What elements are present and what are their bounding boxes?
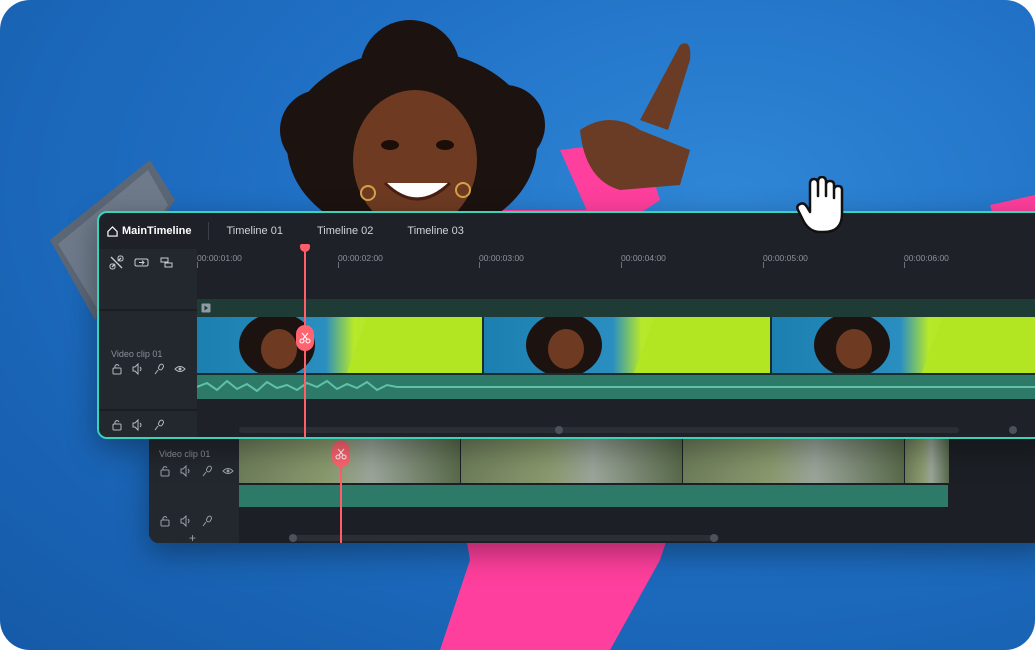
ruler-tick bbox=[479, 262, 480, 268]
audio-icon[interactable] bbox=[132, 419, 144, 431]
main-clip-label: Video clip 01 bbox=[111, 349, 163, 359]
secondary-audio-controls bbox=[159, 515, 213, 527]
lock-icon[interactable] bbox=[111, 363, 123, 375]
marker-icon[interactable] bbox=[159, 255, 174, 270]
clip-frame bbox=[461, 439, 682, 483]
lock-icon[interactable] bbox=[159, 515, 171, 527]
tab-timeline-01[interactable]: Timeline 01 bbox=[209, 213, 299, 249]
audio-icon[interactable] bbox=[180, 465, 192, 477]
scroll-handle-left[interactable] bbox=[289, 534, 297, 542]
eye-icon[interactable] bbox=[174, 363, 186, 375]
main-audio-controls bbox=[111, 419, 165, 431]
time-ruler[interactable]: 00:00:01:00 00:00:02:00 00:00:03:00 00:0… bbox=[197, 249, 1035, 273]
tab-timeline-03[interactable]: Timeline 03 bbox=[390, 213, 480, 249]
secondary-audio-waveform[interactable] bbox=[239, 485, 948, 507]
main-audio-waveform[interactable] bbox=[196, 375, 1035, 399]
mic-icon[interactable] bbox=[201, 465, 213, 477]
split-icon[interactable] bbox=[134, 255, 149, 270]
secondary-split-handle[interactable] bbox=[332, 441, 350, 467]
scroll-handle-right[interactable] bbox=[710, 534, 718, 542]
video-track-header[interactable] bbox=[197, 299, 1035, 317]
clip-frame bbox=[683, 439, 904, 483]
divider bbox=[99, 409, 197, 411]
audio-icon[interactable] bbox=[132, 363, 144, 375]
scroll-handle-left[interactable] bbox=[555, 426, 563, 434]
main-video-clip[interactable] bbox=[197, 317, 1035, 373]
ruler-tick bbox=[197, 262, 198, 268]
main-split-handle[interactable] bbox=[296, 325, 314, 351]
tab-label: MainTimeline bbox=[122, 225, 192, 237]
scroll-handle-right[interactable] bbox=[1009, 426, 1017, 434]
tab-main-timeline[interactable]: MainTimeline bbox=[99, 222, 210, 240]
ruler-tick bbox=[338, 262, 339, 268]
secondary-timeline-panel: Video clip 01 + bbox=[149, 437, 1035, 543]
ruler-label: 00:00:06:00 bbox=[904, 253, 949, 263]
hand-cursor-icon bbox=[796, 176, 844, 234]
ruler-tick bbox=[904, 262, 905, 268]
scissors-icon bbox=[299, 332, 311, 344]
main-scrollbar[interactable] bbox=[239, 427, 959, 433]
video-track-icon bbox=[201, 303, 211, 313]
hero-stage: Video clip 01 + MainTimeline Timeline 01… bbox=[0, 0, 1035, 650]
mic-icon[interactable] bbox=[153, 363, 165, 375]
clip-frame bbox=[484, 317, 770, 373]
timeline-tabs: MainTimeline Timeline 01 Timeline 02 Tim… bbox=[99, 213, 1035, 249]
ruler-label: 00:00:03:00 bbox=[479, 253, 524, 263]
track-header-column: Video clip 01 + bbox=[99, 249, 197, 437]
tab-label: Timeline 03 bbox=[407, 225, 464, 237]
clip-frame bbox=[239, 439, 460, 483]
tab-label: Timeline 01 bbox=[226, 225, 283, 237]
mic-icon[interactable] bbox=[201, 515, 213, 527]
unlink-icon[interactable] bbox=[109, 255, 124, 270]
secondary-scrollbar[interactable] bbox=[289, 535, 719, 541]
ruler-tick bbox=[621, 262, 622, 268]
ruler-label: 00:00:04:00 bbox=[621, 253, 666, 263]
home-icon bbox=[107, 225, 118, 237]
audio-icon[interactable] bbox=[180, 515, 192, 527]
mic-icon[interactable] bbox=[153, 419, 165, 431]
secondary-track-controls bbox=[159, 465, 234, 477]
main-timeline-panel: MainTimeline Timeline 01 Timeline 02 Tim… bbox=[97, 211, 1035, 439]
ruler-label: 00:00:05:00 bbox=[763, 253, 808, 263]
scissors-icon bbox=[335, 448, 347, 460]
timeline-toolbar bbox=[109, 255, 174, 270]
eye-icon[interactable] bbox=[222, 465, 234, 477]
ruler-label: 00:00:02:00 bbox=[338, 253, 383, 263]
tab-label: Timeline 02 bbox=[316, 225, 374, 237]
divider bbox=[99, 309, 197, 311]
secondary-clip-label: Video clip 01 bbox=[159, 449, 211, 459]
clip-frame bbox=[905, 439, 949, 483]
clip-frame bbox=[197, 317, 483, 373]
lock-icon[interactable] bbox=[159, 465, 171, 477]
ruler-label: 00:00:01:00 bbox=[197, 253, 242, 263]
lock-icon[interactable] bbox=[111, 419, 123, 431]
add-track-button[interactable]: + bbox=[189, 531, 196, 543]
clip-frame bbox=[771, 317, 1035, 373]
main-track-controls bbox=[111, 363, 186, 375]
ruler-tick bbox=[763, 262, 764, 268]
add-track-button[interactable]: + bbox=[144, 437, 151, 439]
tab-timeline-02[interactable]: Timeline 02 bbox=[300, 213, 390, 249]
